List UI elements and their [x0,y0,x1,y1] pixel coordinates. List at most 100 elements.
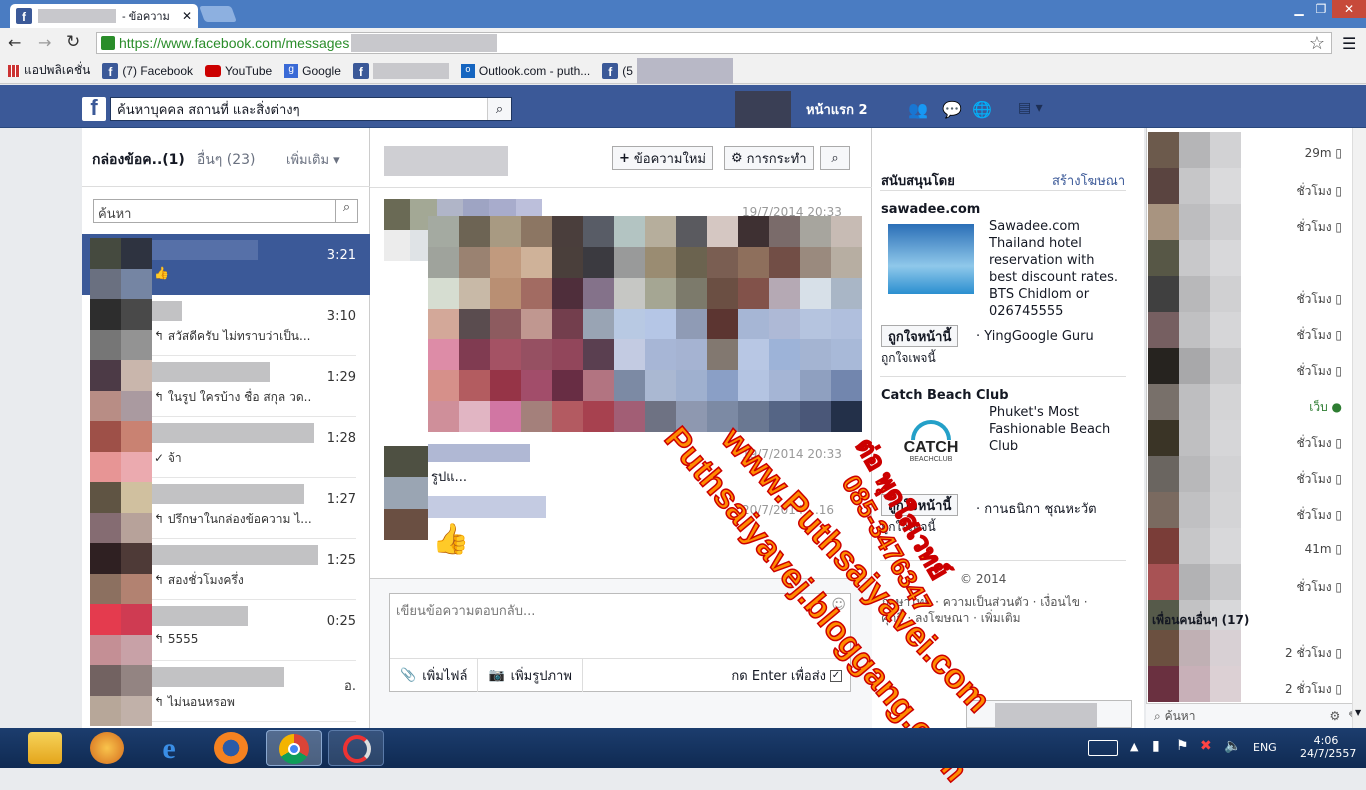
search-icon[interactable]: ⌕ [335,200,357,222]
scrollbar[interactable]: ▼ [1352,128,1366,728]
chat-friend-item[interactable]: 41m ▯ [1146,528,1352,564]
chat-friend-item[interactable]: ชั่วโมง ▯ [1146,456,1352,492]
friend-avatar-blurred [1179,132,1210,168]
language-indicator[interactable]: ENG [1253,741,1277,754]
chat-friend-item[interactable]: ชั่วโมง ▯ [1146,564,1352,600]
menu-icon[interactable]: ☰ [1342,34,1356,53]
actions-button[interactable]: ⚙ การกระทำ [724,146,814,170]
inbox-search-input[interactable]: ค้นหา ⌕ [93,199,358,223]
chat-friend-item[interactable]: ชั่วโมง ▯ [1146,312,1352,348]
friend-avatar-blurred [1148,276,1179,312]
bookmark-youtube[interactable]: YouTube [205,64,272,78]
thread-time: 1:25 [326,553,356,568]
browser-tab[interactable]: f - ข้อความ ✕ [10,4,198,28]
chat-friend-item[interactable]: 29m ▯ [1146,132,1352,168]
inbox-tabs: กล่องข้อค..(1) อื่นๆ (23) [92,149,256,171]
bookmark-outlook[interactable]: o Outlook.com - puth... [460,63,590,78]
friend-requests-icon[interactable]: 👥 [908,100,928,119]
thread-item[interactable]: 3:21 👍 [82,234,370,299]
pixel-block [800,216,832,248]
volume-icon[interactable]: 🔈 [1224,738,1241,754]
close-tab-icon[interactable]: ✕ [182,9,192,23]
network-error-icon[interactable]: ✖ [1200,738,1212,754]
tab-other[interactable]: อื่นๆ (23) [197,149,256,171]
clock[interactable]: 4:06 24/7/2557 [1300,734,1356,760]
chat-tab[interactable] [966,700,1132,728]
home-link[interactable]: หน้าแรก 2 [806,99,868,120]
search-icon[interactable]: ⌕ [487,98,511,120]
new-tab-button[interactable] [199,6,237,22]
friend-avatar-blurred [1148,168,1179,204]
chat-friend-item[interactable]: ชั่วโมง ▯ [1146,420,1352,456]
internet-explorer-icon[interactable]: e [152,732,186,765]
ad1-image[interactable] [888,224,974,294]
screen-recorder-taskbar-button[interactable] [328,730,384,766]
notifications-globe-icon[interactable]: 🌐 [972,100,992,119]
messages-icon[interactable]: 💬 [942,100,962,119]
restore-icon[interactable]: ❐ [1310,0,1332,18]
ad1-title[interactable]: sawadee.com [881,202,980,217]
divider [370,187,872,188]
paint-icon[interactable] [90,732,124,764]
forward-icon[interactable]: → [38,33,51,52]
checkbox-checked-icon[interactable]: ✓ [830,669,842,682]
address-bar[interactable]: https://www.facebook.com/messages ☆ [96,32,1332,54]
privacy-shortcuts-icon[interactable]: ▤ ▾ [1018,100,1043,116]
facebook-search-input[interactable]: ค้นหาบุคคล สถานที่ และสิ่งต่างๆ ⌕ [110,97,512,121]
thread-snippet: ↰ สองชั่วโมงครึ่ง [154,573,244,587]
chat-friend-item[interactable] [1146,240,1352,276]
bookmark-label: (7) Facebook [122,63,194,78]
add-file-button[interactable]: 📎 เพิ่มไฟล์ [390,659,479,692]
thread-item[interactable]: 1:28 ✓ จ้า [82,417,370,482]
chat-friend-item[interactable]: ชั่วโมง ▯ [1146,168,1352,204]
chat-friend-item[interactable]: ชั่วโมง ▯ [1146,492,1352,528]
add-photo-button[interactable]: 📷 เพิ่มรูปภาพ [478,659,583,692]
bookmark-google[interactable]: g Google [284,63,341,78]
chat-friend-item[interactable]: 2 ชั่วโมง ▯ [1146,630,1352,666]
bookmark-apps[interactable]: แอปพลิเคชั่น [8,61,90,80]
enter-to-send-toggle[interactable]: กด Enter เพื่อส่ง ✓ [731,665,850,686]
chat-search-input[interactable]: ⌕ ค้นหา ⚙ ✎ [1146,703,1366,728]
chat-friend-item[interactable]: ชั่วโมง ▯ [1146,348,1352,384]
more-dropdown[interactable]: เพิ่มเติม ▾ [286,149,340,170]
minimize-icon[interactable]: ▁ [1288,0,1310,18]
flag-icon[interactable]: ⚑ [1176,738,1189,754]
bookmark-facebook-3[interactable]: f (5 [602,57,733,84]
new-message-button[interactable]: + ข้อความใหม่ [612,146,713,170]
bookmark-facebook-2[interactable]: f [352,62,449,79]
close-window-icon[interactable]: ✕ [1332,0,1366,18]
reply-box[interactable]: เขียนข้อความตอบกลับ... ☺ 📎 เพิ่มไฟล์ 📷 เพิ… [389,593,851,692]
explorer-icon[interactable] [28,732,62,764]
chat-friend-item[interactable]: ชั่วโมง ▯ [1146,276,1352,312]
ad1-like-button[interactable]: ถูกใจหน้านี้ [881,325,959,347]
reload-icon[interactable]: ↻ [66,32,80,52]
bookmark-facebook[interactable]: f (7) Facebook [102,62,194,79]
keyboard-icon[interactable] [1088,740,1118,756]
gear-icon[interactable]: ⚙ [1330,709,1341,723]
shared-photo-blurred[interactable] [428,216,862,432]
back-icon[interactable]: ← [8,33,21,52]
tab-inbox[interactable]: กล่องข้อค..(1) [92,149,185,171]
thread-item[interactable]: 1:29 ↰ ในรูป ใครบ้าง ชื่อ สกุล วด.. [82,356,370,421]
chat-friend-item[interactable]: เว็บ ● [1146,384,1352,420]
signal-icon[interactable]: ▮ [1152,738,1160,754]
thread-item[interactable]: อ. ↰ ไม่นอนหรอพ [82,661,370,726]
facebook-logo-icon[interactable]: f [82,95,106,121]
ad2-logo[interactable]: CATCH BEACHCLUB [896,420,966,468]
friend-avatar-blurred [1210,564,1241,600]
thread-item[interactable]: 1:27 ↰ ปรึกษาในกล่องข้อความ ไ... [82,478,370,543]
chat-friend-item[interactable]: ชั่วโมง ▯ [1146,204,1352,240]
tray-expand-icon[interactable]: ▲ [1130,740,1138,753]
star-icon[interactable]: ☆ [1309,33,1325,54]
conversation-search-button[interactable]: ⌕ [820,146,850,170]
thread-item[interactable]: 3:10 ↰ สวัสดีครับ ไม่ทราบว่าเป็น... [82,295,370,360]
create-ad-link[interactable]: สร้างโฆษณา [1052,170,1125,191]
chrome-taskbar-button[interactable] [266,730,322,766]
thread-item[interactable]: 0:25 ↰ 5555 [82,600,370,665]
scroll-down-icon[interactable]: ▼ [1355,708,1365,718]
firefox-icon[interactable] [214,732,248,764]
friend-avatar-blurred [1210,666,1241,702]
thread-item[interactable]: 1:25 ↰ สองชั่วโมงครึ่ง [82,539,370,604]
chat-friend-item[interactable]: 2 ชั่วโมง ▯ [1146,666,1352,702]
ad2-title[interactable]: Catch Beach Club [881,388,1009,403]
